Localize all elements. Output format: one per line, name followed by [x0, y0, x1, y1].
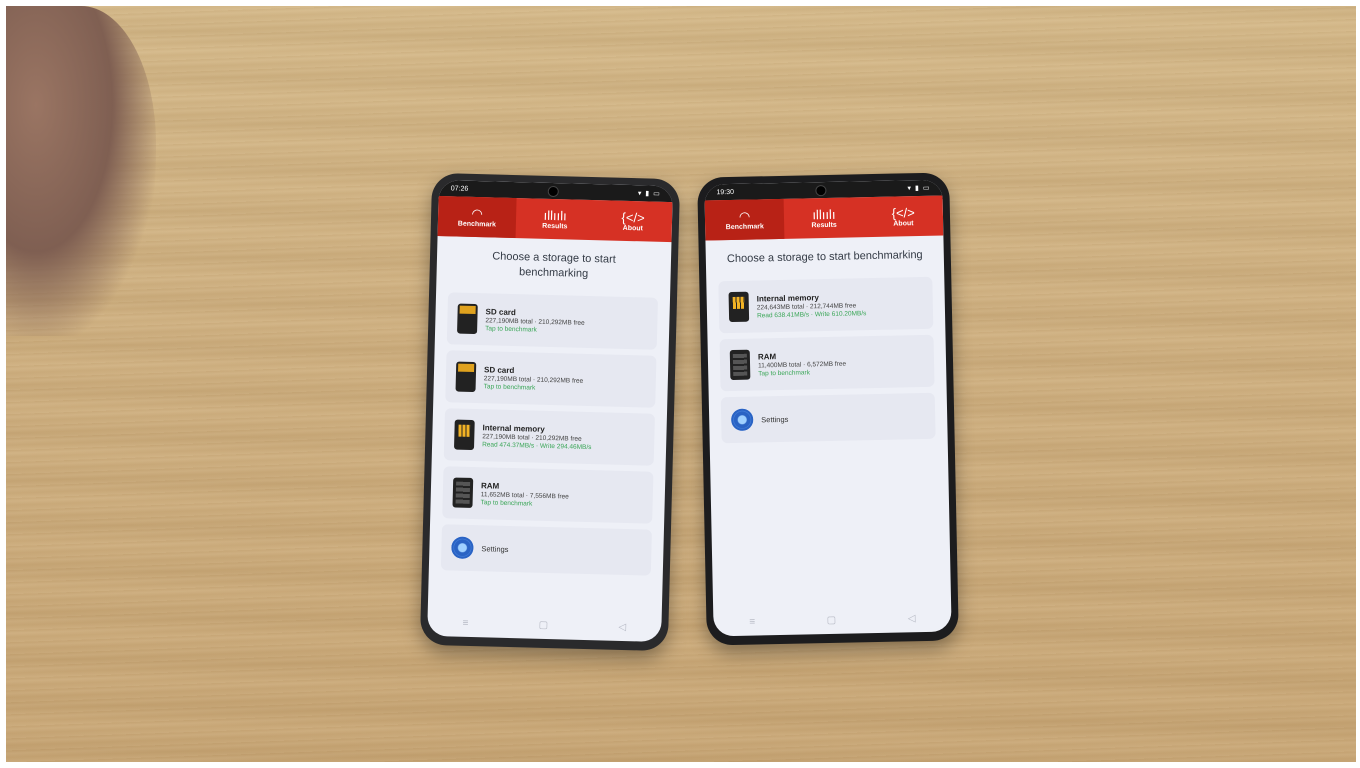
sd-card-icon — [457, 303, 478, 335]
ram-icon — [452, 477, 474, 509]
settings-item[interactable]: Settings — [720, 392, 936, 444]
internal-memory-icon — [728, 291, 750, 323]
tab-label: Benchmark — [457, 220, 497, 229]
storage-item-sd-card[interactable]: SD card 227,190MB total · 210,292MB free… — [446, 292, 659, 350]
hand — [6, 6, 156, 336]
sd-card-icon — [455, 361, 477, 393]
tab-label: About — [893, 219, 914, 228]
tab-label: Results — [542, 222, 568, 230]
system-nav-bar: ≡ ▢ ◁ — [427, 614, 661, 636]
tab-benchmark[interactable]: ◠ Benchmark — [704, 198, 785, 241]
status-icons: ▾ ▮ ▭ — [907, 184, 931, 193]
right-phone-screen: 19:30 ▾ ▮ ▭ ◠ Benchmark ıllıılı Results … — [704, 179, 952, 637]
settings-item[interactable]: Settings — [440, 524, 652, 576]
speedometer-icon: ◠ — [471, 205, 484, 221]
storage-title: RAM — [757, 351, 777, 361]
menu-icon[interactable]: ≡ — [749, 616, 755, 627]
tab-label: About — [622, 224, 644, 232]
left-phone: 07:26 ▾ ▮ ▭ ◠ Benchmark ıllıılı Results … — [419, 172, 681, 652]
bar-chart-icon: ıllıılı — [812, 206, 836, 222]
storage-item-internal-memory[interactable]: Internal memory 224,643MB total · 212,74… — [718, 276, 934, 334]
menu-icon[interactable]: ≡ — [462, 617, 468, 628]
app-tab-bar: ◠ Benchmark ıllıılı Results {</> About — [437, 196, 673, 243]
status-icons: ▾ ▮ ▭ — [637, 190, 661, 198]
storage-status: Read 638.41MB/s · Write 610.20MB/s — [756, 309, 867, 319]
home-icon[interactable]: ▢ — [539, 619, 549, 630]
tab-about[interactable]: {</> About — [594, 200, 673, 242]
storage-status: Read 474.37MB/s · Write 294.46MB/s — [482, 440, 592, 451]
speedometer-icon: ◠ — [738, 208, 751, 224]
page-heading: Choose a storage to start benchmarking — [492, 250, 616, 280]
settings-label: Settings — [761, 414, 789, 424]
code-head-icon: {</> — [621, 209, 645, 225]
settings-label: Settings — [481, 543, 509, 554]
status-time: 19:30 — [716, 188, 735, 196]
tab-label: Results — [811, 221, 837, 229]
tab-benchmark[interactable]: ◠ Benchmark — [437, 196, 517, 239]
bar-chart-icon: ıllıılı — [543, 207, 567, 223]
front-camera-icon — [815, 184, 827, 196]
code-head-icon: {</> — [891, 204, 915, 221]
storage-item-sd-card[interactable]: SD card 227,190MB total · 210,292MB free… — [445, 350, 657, 408]
storage-status: Tap to benchmark — [483, 382, 536, 392]
tab-results[interactable]: ıllıılı Results — [516, 198, 595, 240]
storage-item-internal-memory[interactable]: Internal memory 227,190MB total · 210,29… — [443, 408, 655, 466]
wooden-table — [6, 6, 1356, 762]
storage-status: Tap to benchmark — [758, 368, 810, 377]
right-phone: 19:30 ▾ ▮ ▭ ◠ Benchmark ıllıılı Results … — [697, 172, 959, 646]
storage-item-ram[interactable]: RAM 11,400MB total · 6,572MB free Tap to… — [719, 334, 935, 392]
gear-icon — [451, 536, 474, 560]
gear-icon — [730, 408, 754, 432]
storage-status: Tap to benchmark — [480, 498, 533, 508]
home-icon[interactable]: ▢ — [827, 614, 837, 625]
front-camera-icon — [547, 185, 559, 197]
storage-status: Tap to benchmark — [485, 324, 537, 334]
back-icon[interactable]: ◁ — [618, 621, 626, 632]
back-icon[interactable]: ◁ — [908, 613, 916, 624]
storage-item-ram[interactable]: RAM 11,652MB total · 7,556MB free Tap to… — [442, 466, 654, 524]
app-tab-bar: ◠ Benchmark ıllıılı Results {</> About — [704, 195, 944, 241]
tab-about[interactable]: {</> About — [863, 196, 943, 238]
internal-memory-icon — [453, 419, 475, 451]
tab-label: Benchmark — [725, 222, 764, 231]
left-phone-screen: 07:26 ▾ ▮ ▭ ◠ Benchmark ıllıılı Results … — [427, 180, 673, 642]
page-heading: Choose a storage to start benchmarking — [726, 248, 923, 266]
system-nav-bar: ≡ ▢ ◁ — [713, 609, 951, 630]
ram-icon — [729, 349, 751, 381]
status-time: 07:26 — [450, 184, 469, 193]
tab-results[interactable]: ıllıılı Results — [784, 197, 864, 239]
